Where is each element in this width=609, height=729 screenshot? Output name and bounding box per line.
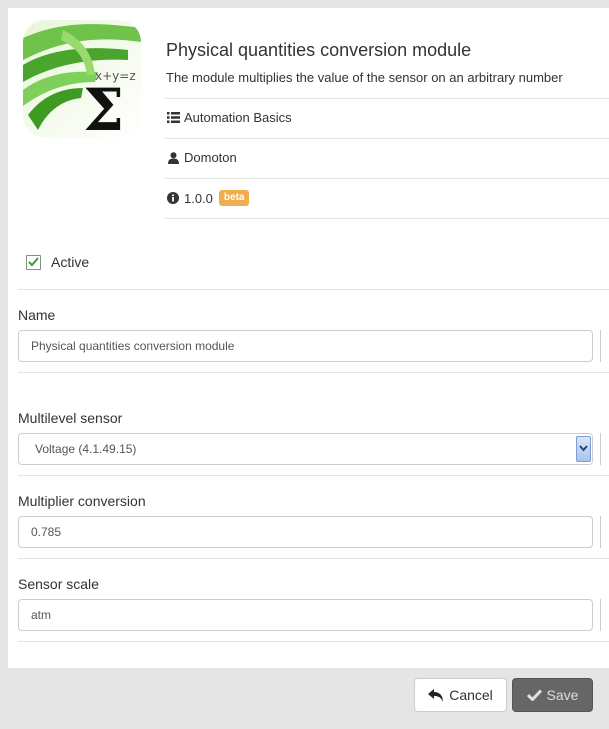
- beta-badge: beta: [218, 190, 250, 206]
- save-label: Save: [546, 687, 579, 703]
- divider: [165, 98, 609, 99]
- user-icon: [166, 151, 180, 165]
- module-author: Domoton: [166, 150, 237, 165]
- version-label: 1.0.0: [184, 190, 213, 206]
- list-icon: [166, 111, 180, 125]
- scale-label: Sensor scale: [18, 576, 99, 592]
- divider: [18, 641, 609, 642]
- sensor-select[interactable]: Voltage (4.1.49.15): [18, 433, 593, 465]
- active-label: Active: [51, 254, 90, 270]
- divider: [165, 178, 609, 179]
- divider: [165, 138, 609, 139]
- active-checkbox[interactable]: [26, 254, 41, 270]
- name-label: Name: [18, 307, 56, 323]
- input-addon: [600, 599, 609, 631]
- author-label: Domoton: [184, 150, 237, 165]
- chevron-down-icon[interactable]: [576, 436, 591, 462]
- divider: [18, 475, 609, 476]
- divider: [165, 218, 609, 219]
- sensor-selected-value: Voltage (4.1.49.15): [35, 442, 137, 456]
- category-label: Automation Basics: [184, 110, 292, 125]
- undo-arrow-icon: [428, 688, 444, 702]
- module-panel: x+y=z Σ Physical quantities conversion m…: [8, 8, 609, 668]
- checkmark-icon: [28, 257, 39, 267]
- scale-input[interactable]: atm: [18, 599, 593, 631]
- divider: [18, 558, 609, 559]
- divider: [18, 372, 609, 373]
- divider: [18, 289, 609, 290]
- name-input[interactable]: Physical quantities conversion module: [18, 330, 593, 362]
- cancel-label: Cancel: [449, 687, 493, 703]
- module-category: Automation Basics: [166, 110, 292, 125]
- multiplier-label: Multiplier conversion: [18, 493, 146, 509]
- app-frame: x+y=z Σ Physical quantities conversion m…: [0, 0, 609, 729]
- svg-text:Σ: Σ: [83, 76, 124, 138]
- input-addon: [600, 516, 609, 548]
- sensor-label: Multilevel sensor: [18, 410, 123, 426]
- cancel-button[interactable]: Cancel: [414, 678, 507, 712]
- checkmark-icon: [526, 689, 542, 701]
- save-button[interactable]: Save: [512, 678, 593, 712]
- info-circle-icon: [166, 191, 180, 205]
- module-logo: x+y=z Σ: [23, 20, 141, 138]
- module-version: 1.0.0 beta: [166, 190, 250, 206]
- multiplier-input[interactable]: 0.785: [18, 516, 593, 548]
- module-title: Physical quantities conversion module: [166, 40, 472, 60]
- active-toggle[interactable]: Active: [26, 254, 89, 270]
- input-addon: [600, 433, 609, 465]
- input-addon: [600, 330, 609, 362]
- module-description: The module multiplies the value of the s…: [166, 70, 563, 85]
